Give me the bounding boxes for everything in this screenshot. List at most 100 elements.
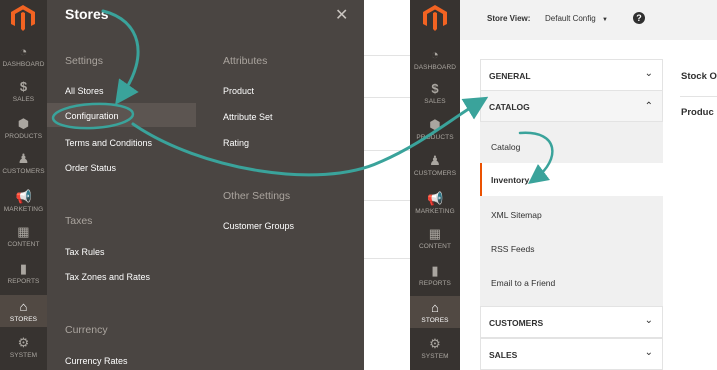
nav-customers[interactable]: ♟ CUSTOMERS <box>0 152 47 177</box>
nav-label: REPORTS <box>418 280 451 287</box>
attributes-heading: Attributes <box>223 55 268 67</box>
nav-stores[interactable]: ⌂ STORES <box>410 296 460 328</box>
caret-down-icon: ▼ <box>601 17 608 23</box>
store-view-value: Default Config <box>545 14 596 23</box>
submenu-catalog[interactable]: Catalog <box>480 130 663 163</box>
store-view-bar: Store View: Default Config ▼ ? <box>460 0 717 40</box>
nav-content[interactable]: ▦ CONTENT <box>0 225 47 250</box>
nav-marketing[interactable]: 📢 MARKETING <box>410 192 460 217</box>
submenu-label: Catalog <box>491 142 521 152</box>
menu-terms-and-conditions[interactable]: Terms and Conditions <box>65 138 152 148</box>
section-heading-product[interactable]: Produc <box>681 107 714 118</box>
settings-heading: Settings <box>65 55 103 67</box>
nav-dashboard[interactable]: ◔ DASHBOARD <box>0 45 47 70</box>
tab-customers[interactable]: CUSTOMERS ⌄ <box>480 306 663 338</box>
nav-label: SYSTEM <box>421 353 449 360</box>
menu-all-stores[interactable]: All Stores <box>65 86 104 96</box>
nav-label: CUSTOMERS <box>413 170 457 177</box>
nav-content[interactable]: ▦ CONTENT <box>410 227 460 252</box>
menu-configuration-highlight[interactable]: Configuration <box>47 103 196 127</box>
right-admin-sidebar: ◔ DASHBOARD $ SALES ⬢ PRODUCTS ♟ CUSTOME… <box>410 0 460 370</box>
nav-label: REPORTS <box>7 278 40 285</box>
menu-tax-rules[interactable]: Tax Rules <box>65 247 105 257</box>
divider <box>364 150 410 151</box>
nav-system[interactable]: ⚙ SYSTEM <box>410 337 460 362</box>
dashboard-icon: ◔ <box>431 47 439 62</box>
submenu-label: XML Sitemap <box>491 210 542 220</box>
nav-label: PRODUCTS <box>4 133 43 140</box>
nav-products[interactable]: ⬢ PRODUCTS <box>410 118 460 143</box>
catalog-submenu: Catalog Inventory XML Sitemap RSS Feeds … <box>480 122 665 307</box>
submenu-email-to-a-friend[interactable]: Email to a Friend <box>480 266 663 299</box>
divider <box>680 96 717 97</box>
magento-logo[interactable] <box>423 5 447 31</box>
tab-customers-label: CUSTOMERS <box>489 318 544 328</box>
help-icon[interactable]: ? <box>633 12 645 24</box>
divider <box>364 97 410 98</box>
nav-marketing[interactable]: 📢 MARKETING <box>0 190 47 215</box>
nav-products[interactable]: ⬢ PRODUCTS <box>0 117 47 142</box>
close-icon[interactable]: ✕ <box>335 5 348 25</box>
person-icon: ♟ <box>429 153 441 168</box>
panel-title: Stores <box>65 6 109 22</box>
storefront-icon: ⌂ <box>19 299 28 314</box>
megaphone-icon: 📢 <box>15 189 32 204</box>
tab-general[interactable]: GENERAL ⌄ <box>480 59 663 91</box>
nav-label: STORES <box>9 316 38 323</box>
menu-order-status[interactable]: Order Status <box>65 163 116 173</box>
nav-label: MARKETING <box>3 206 44 213</box>
nav-label: CONTENT <box>7 241 40 248</box>
submenu-rss-feeds[interactable]: RSS Feeds <box>480 232 663 265</box>
menu-product[interactable]: Product <box>223 86 254 96</box>
stores-flyout-panel: Stores ✕ Settings All Stores Configurati… <box>47 0 364 370</box>
nav-customers[interactable]: ♟ CUSTOMERS <box>410 154 460 179</box>
chevron-down-icon: ⌄ <box>644 347 653 358</box>
nav-label: CONTENT <box>418 243 452 250</box>
menu-rating[interactable]: Rating <box>223 138 249 148</box>
nav-sales[interactable]: $ SALES <box>0 80 47 105</box>
menu-customer-groups[interactable]: Customer Groups <box>223 221 294 231</box>
nav-reports[interactable]: ▮ REPORTS <box>0 262 47 287</box>
submenu-xml-sitemap[interactable]: XML Sitemap <box>480 198 663 231</box>
nav-system[interactable]: ⚙ SYSTEM <box>0 336 47 361</box>
dollar-icon: $ <box>19 79 28 94</box>
chevron-down-icon: ⌄ <box>644 315 653 326</box>
tab-sales[interactable]: SALES ⌄ <box>480 338 663 370</box>
tab-catalog-label: CATALOG <box>489 102 530 112</box>
taxes-heading: Taxes <box>65 215 93 227</box>
storefront-icon: ⌂ <box>431 300 439 315</box>
menu-currency-rates[interactable]: Currency Rates <box>65 356 128 366</box>
menu-configuration[interactable]: Configuration <box>65 111 119 121</box>
nav-label: SALES <box>12 96 35 103</box>
layout-icon: ▦ <box>428 226 442 241</box>
nav-stores[interactable]: ⌂ STORES <box>0 295 47 327</box>
cube-icon: ⬢ <box>429 117 441 132</box>
magento-logo[interactable] <box>11 5 35 31</box>
nav-label: MARKETING <box>415 208 455 215</box>
nav-label: DASHBOARD <box>2 61 45 68</box>
nav-label: DASHBOARD <box>413 64 457 71</box>
submenu-label: Email to a Friend <box>491 278 556 288</box>
menu-attribute-set[interactable]: Attribute Set <box>223 112 273 122</box>
bar-chart-icon: ▮ <box>19 261 28 276</box>
nav-label: PRODUCTS <box>416 134 454 141</box>
cube-icon: ⬢ <box>17 116 30 131</box>
nav-sales[interactable]: $ SALES <box>410 82 460 107</box>
tab-sales-label: SALES <box>489 350 518 360</box>
nav-dashboard[interactable]: ◔ DASHBOARD <box>410 48 460 73</box>
megaphone-icon: 📢 <box>427 191 444 206</box>
tab-catalog[interactable]: CATALOG ⌃ <box>480 90 663 122</box>
dashboard-icon: ◔ <box>19 44 28 59</box>
nav-label: CUSTOMERS <box>2 168 45 175</box>
nav-reports[interactable]: ▮ REPORTS <box>410 264 460 289</box>
left-admin-sidebar: ◔ DASHBOARD $ SALES ⬢ PRODUCTS ♟ CUSTOME… <box>0 0 47 370</box>
gear-icon: ⚙ <box>429 336 441 351</box>
chevron-down-icon: ⌄ <box>644 68 653 79</box>
store-view-select[interactable]: Default Config ▼ <box>545 14 608 23</box>
person-icon: ♟ <box>17 151 30 166</box>
menu-tax-zones-and-rates[interactable]: Tax Zones and Rates <box>65 272 150 282</box>
section-heading-stock[interactable]: Stock O <box>681 71 717 82</box>
submenu-label: RSS Feeds <box>491 244 535 254</box>
chevron-up-icon: ⌃ <box>644 101 653 112</box>
submenu-inventory[interactable]: Inventory <box>480 163 665 196</box>
